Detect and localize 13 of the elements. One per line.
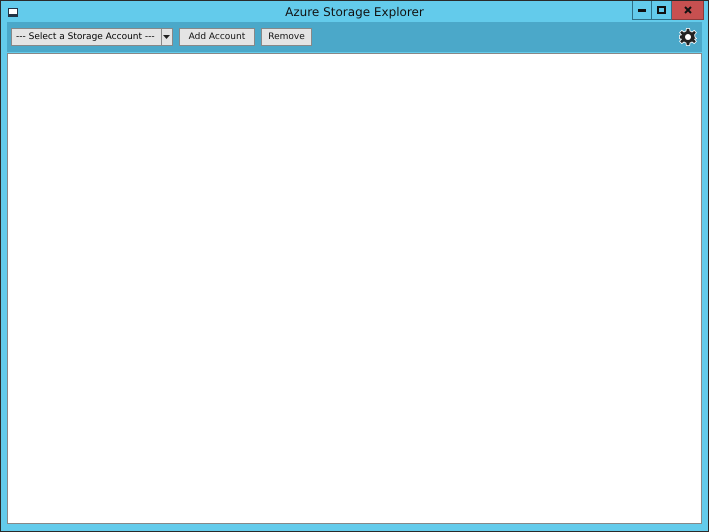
caret-icon	[163, 35, 170, 39]
account-dropdown[interactable]: --- Select a Storage Account ---	[11, 28, 173, 46]
window-icon	[8, 8, 18, 17]
minimize-button[interactable]	[632, 1, 652, 20]
maximize-button[interactable]	[652, 1, 672, 20]
settings-icon[interactable]	[679, 28, 697, 46]
close-button[interactable]	[672, 1, 704, 20]
toolbar-button[interactable]: Remove	[261, 28, 312, 46]
minimize-icon	[638, 8, 646, 12]
window-title: Azure Storage Explorer	[285, 5, 424, 19]
maximize-icon	[657, 6, 666, 14]
toolbar-button[interactable]: Add Account	[178, 28, 256, 46]
close-icon	[684, 6, 692, 14]
